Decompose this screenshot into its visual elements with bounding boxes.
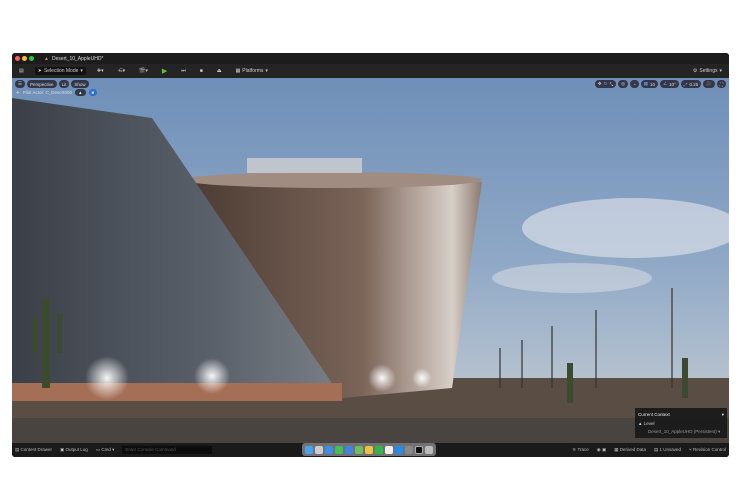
- cmd-dropdown[interactable]: ▭ Cmd ▾: [96, 447, 115, 453]
- camera-speed-button[interactable]: 🎥: [703, 80, 715, 88]
- grid-value: 10: [649, 81, 655, 87]
- platforms-label: Platforms: [242, 68, 264, 74]
- level-icon: ▲: [44, 55, 49, 62]
- tab-label: Desert_10_AppleUHD*: [51, 55, 104, 62]
- trace-label: Trace: [577, 447, 589, 452]
- scale-value: 0.25: [689, 81, 699, 87]
- unreal-editor-window: ▲ Desert_10_AppleUHD* ▤ ➤ Selection Mode ▾ …: [12, 53, 729, 457]
- output-log-label: Output Log: [65, 447, 88, 452]
- trace-button[interactable]: ⚟ Trace: [572, 447, 589, 453]
- selection-mode-dropdown[interactable]: ➤ Selection Mode ▾: [34, 67, 86, 75]
- level-tab[interactable]: ▲ Desert_10_AppleUHD*: [44, 56, 103, 62]
- pilot-label: Pilot Actor: C_Desert000: [22, 90, 73, 95]
- safari-icon[interactable]: [325, 445, 333, 454]
- context-level-row[interactable]: ▲ Level: [638, 419, 724, 427]
- show-button[interactable]: Show: [71, 80, 89, 88]
- perspective-label: Perspective: [30, 81, 54, 87]
- platforms-dropdown[interactable]: ▦ Platforms ▾: [233, 67, 271, 75]
- finder-icon[interactable]: [305, 445, 313, 454]
- maximize-button[interactable]: [29, 56, 34, 61]
- maps-icon[interactable]: [355, 445, 363, 454]
- level-label: Level: [643, 420, 655, 426]
- level-name: Desert_10_AppleUHD (Persistent): [648, 428, 717, 434]
- console-command-input[interactable]: Enter Console Command: [122, 446, 213, 454]
- step-button[interactable]: ⏭: [178, 67, 189, 75]
- mail-icon[interactable]: [345, 445, 353, 454]
- play-button[interactable]: ▶: [159, 66, 170, 76]
- gear-icon: ⚙: [692, 68, 698, 74]
- unsaved-label: 1 Unsaved: [659, 447, 682, 452]
- launchpad-icon[interactable]: [315, 445, 323, 454]
- main-toolbar: ▤ ➤ Selection Mode ▾ ✚▾ ⋲▾ 🎬▾ ▶ ⏭ ■ ⏏ ▦ Pla…: [12, 64, 729, 78]
- photos-icon[interactable]: [365, 445, 373, 454]
- maximize-viewport-button[interactable]: ⛶: [716, 80, 726, 88]
- cursor-icon: ➤: [37, 68, 42, 74]
- unsaved-button[interactable]: ▤ 1 Unsaved: [654, 447, 681, 453]
- lit-button[interactable]: Lit: [58, 80, 70, 88]
- console-placeholder: Enter Console Command: [125, 447, 176, 452]
- settings-label: Settings: [699, 68, 718, 74]
- platforms-icon: ▦: [235, 68, 241, 74]
- pilot-actor-bar: ✈ Pilot Actor: C_Desert000 ▲ ■: [16, 89, 98, 96]
- minimize-button[interactable]: [22, 56, 27, 61]
- scene-render: [12, 78, 729, 443]
- context-level-name-row[interactable]: Desert_10_AppleUHD (Persistent) ▾: [638, 427, 724, 436]
- revision-control-button[interactable]: ⑂ Revision Control: [689, 447, 726, 453]
- eject-button[interactable]: ⏏: [214, 67, 225, 75]
- scale-snap-button[interactable]: ⤢ 0.25: [680, 80, 702, 88]
- viewport-right-toolbar: ✥ ↻ ⤡ ◎ ◔ ▦ 10 ∠ 10° ⤢ 0.25 🎥 ⛶: [594, 80, 726, 88]
- derived-data-label: Derived Data: [619, 447, 646, 452]
- selection-mode-label: Selection Mode: [43, 68, 79, 74]
- viewport-left-toolbar: ☰ Perspective Lit Show: [15, 80, 89, 88]
- show-label: Show: [74, 81, 86, 87]
- angle-snap-button[interactable]: ∠ 10°: [660, 80, 679, 88]
- level-viewport[interactable]: ☰ Perspective Lit Show ✈ Pilot Actor: C_D…: [12, 78, 729, 443]
- close-button[interactable]: [15, 56, 20, 61]
- world-local-button[interactable]: ◎: [618, 80, 628, 88]
- pilot-icon: ✈: [16, 89, 20, 95]
- trash-icon[interactable]: [425, 445, 433, 454]
- settings-app-icon[interactable]: [405, 445, 413, 454]
- angle-value: 10°: [669, 81, 676, 87]
- settings-button[interactable]: ⚙ Settings ▾: [690, 67, 725, 75]
- content-drawer-button[interactable]: ▤ Content Drawer: [15, 447, 52, 453]
- macos-dock: [302, 443, 436, 456]
- facetime-icon[interactable]: [375, 445, 383, 454]
- add-content-button[interactable]: ✚▾: [94, 67, 107, 75]
- title-bar: ▲ Desert_10_AppleUHD*: [12, 53, 729, 64]
- derived-data-button[interactable]: ▦ Derived Data: [614, 447, 646, 453]
- lit-label: Lit: [61, 81, 67, 87]
- cmd-label: Cmd: [101, 447, 111, 452]
- grid-snap-button[interactable]: ▦ 10: [640, 80, 658, 88]
- record-buttons[interactable]: ◉ ▣: [597, 447, 606, 453]
- revision-control-label: Revision Control: [692, 447, 726, 452]
- content-drawer-label: Content Drawer: [20, 447, 53, 452]
- blueprint-button[interactable]: ⋲▾: [115, 67, 129, 75]
- level-icon: ▲: [638, 420, 643, 426]
- camera-lock-button[interactable]: ■: [88, 89, 98, 96]
- surface-snap-button[interactable]: ◔: [630, 80, 639, 88]
- calendar-icon[interactable]: [385, 445, 393, 454]
- current-context-panel: Current Context ▾ ▲ Level Desert_10_Apple…: [635, 408, 727, 438]
- messages-icon[interactable]: [335, 445, 343, 454]
- output-log-button[interactable]: ▣ Output Log: [60, 447, 88, 453]
- cinematics-button[interactable]: 🎬▾: [136, 67, 151, 75]
- app-store-icon[interactable]: [395, 445, 403, 454]
- stop-button[interactable]: ■: [197, 67, 206, 75]
- eject-pilot-button[interactable]: ▲: [75, 89, 86, 96]
- context-header: Current Context: [638, 411, 670, 417]
- transform-tools[interactable]: ✥ ↻ ⤡: [594, 80, 617, 88]
- save-button[interactable]: ▤: [16, 67, 27, 75]
- unreal-engine-icon[interactable]: [415, 445, 423, 454]
- chevron-down-icon[interactable]: ▾: [722, 412, 724, 418]
- viewport-menu-button[interactable]: ☰: [15, 80, 26, 88]
- perspective-button[interactable]: Perspective: [27, 80, 57, 88]
